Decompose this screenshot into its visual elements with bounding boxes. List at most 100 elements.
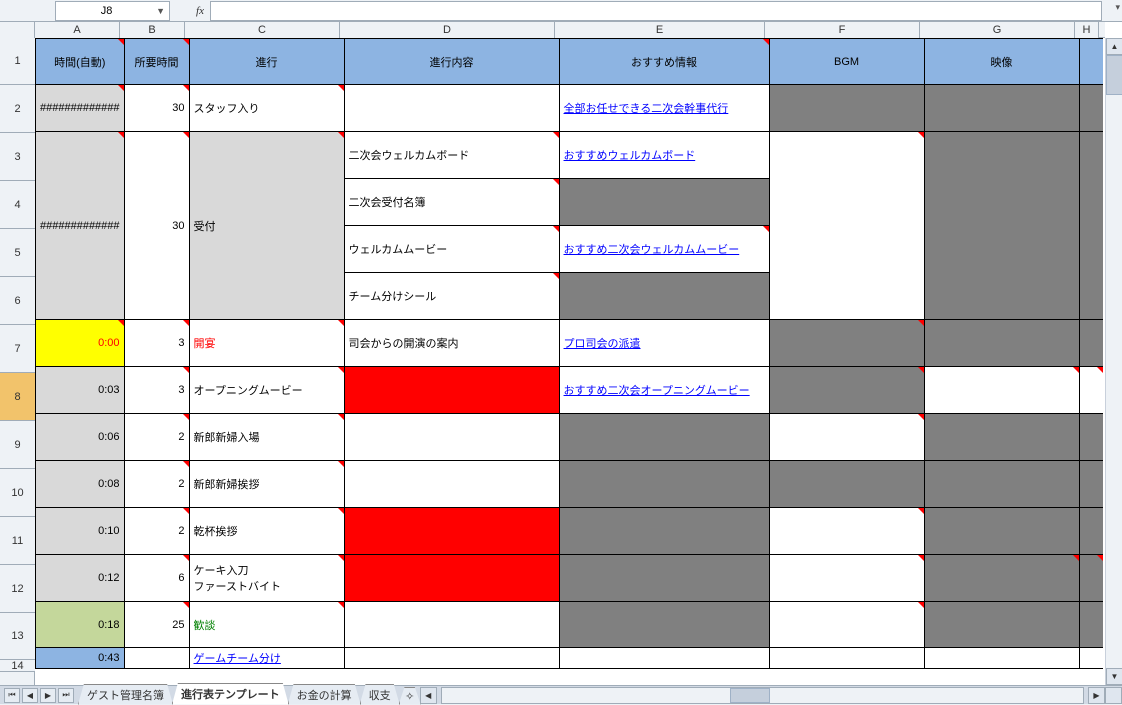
row-header-7[interactable]: 7: [0, 325, 35, 373]
cell-F13[interactable]: [769, 602, 924, 648]
cell-H9[interactable]: [1079, 414, 1103, 461]
cell-F1[interactable]: BGM: [769, 39, 924, 85]
cell-B7[interactable]: 3: [124, 320, 189, 367]
cell-A7[interactable]: 0:00: [36, 320, 125, 367]
formula-input[interactable]: [210, 1, 1102, 21]
cell-A11[interactable]: 0:10: [36, 508, 125, 555]
cell-D13[interactable]: [344, 602, 559, 648]
cell-H12[interactable]: [1079, 555, 1103, 602]
cell-E14[interactable]: [559, 648, 769, 669]
sheet-tab-1[interactable]: 進行表テンプレート: [172, 683, 289, 705]
column-header-F[interactable]: F: [765, 22, 920, 38]
cell-F14[interactable]: [769, 648, 924, 669]
scroll-down-button[interactable]: ▼: [1106, 668, 1122, 685]
cell-C12[interactable]: ケーキ入刀 ファーストバイト: [189, 555, 344, 602]
cell-D9[interactable]: [344, 414, 559, 461]
cell-E12[interactable]: [559, 555, 769, 602]
cell-F3[interactable]: [769, 132, 924, 320]
cell-F10[interactable]: [769, 461, 924, 508]
cell-D14[interactable]: [344, 648, 559, 669]
cell-F11[interactable]: [769, 508, 924, 555]
cell-G3[interactable]: [924, 132, 1079, 320]
row-header-12[interactable]: 12: [0, 565, 35, 613]
resize-corner[interactable]: [1105, 687, 1122, 704]
cell-D2[interactable]: [344, 85, 559, 132]
row-header-10[interactable]: 10: [0, 469, 35, 517]
insert-sheet-tab[interactable]: ✧: [399, 687, 421, 705]
cell-H13[interactable]: [1079, 602, 1103, 648]
column-header-E[interactable]: E: [555, 22, 765, 38]
horizontal-scrollbar[interactable]: [441, 687, 1084, 704]
cell-G1[interactable]: 映像: [924, 39, 1079, 85]
cell-A14[interactable]: 0:43: [36, 648, 125, 669]
cell-G12[interactable]: [924, 555, 1079, 602]
cell-F7[interactable]: [769, 320, 924, 367]
row-header-9[interactable]: 9: [0, 421, 35, 469]
cell-F2[interactable]: [769, 85, 924, 132]
cell-B14[interactable]: [124, 648, 189, 669]
cell-G9[interactable]: [924, 414, 1079, 461]
cell-B2[interactable]: 30: [124, 85, 189, 132]
cell-E10[interactable]: [559, 461, 769, 508]
row-header-11[interactable]: 11: [0, 517, 35, 565]
cell-E2[interactable]: 全部お任せできる二次会幹事代行: [559, 85, 769, 132]
cell-E4[interactable]: [559, 179, 769, 226]
cell-F12[interactable]: [769, 555, 924, 602]
sheet-tab-2[interactable]: お金の計算: [288, 684, 361, 705]
cell-C2[interactable]: スタッフ入り: [189, 85, 344, 132]
cell-B11[interactable]: 2: [124, 508, 189, 555]
cell-G2[interactable]: [924, 85, 1079, 132]
cell-G14[interactable]: [924, 648, 1079, 669]
tab-nav-next[interactable]: ▶: [40, 688, 56, 703]
select-all-corner[interactable]: [0, 22, 35, 38]
row-header-2[interactable]: 2: [0, 85, 35, 133]
column-header-A[interactable]: A: [35, 22, 120, 38]
row-header-8[interactable]: 8: [0, 373, 35, 421]
cell-B9[interactable]: 2: [124, 414, 189, 461]
cell-A10[interactable]: 0:08: [36, 461, 125, 508]
cell-G10[interactable]: [924, 461, 1079, 508]
tab-nav-last[interactable]: ⏭: [58, 688, 74, 703]
cell-C3[interactable]: 受付: [189, 132, 344, 320]
sheet-tab-0[interactable]: ゲスト管理名簿: [78, 684, 173, 705]
cell-A9[interactable]: 0:06: [36, 414, 125, 461]
tab-nav-prev[interactable]: ◀: [22, 688, 38, 703]
cell-G8[interactable]: [924, 367, 1079, 414]
cell-B13[interactable]: 25: [124, 602, 189, 648]
cell-H3[interactable]: [1079, 132, 1103, 320]
grid[interactable]: 時間(自動) 所要時間 進行 進行内容 おすすめ情報 BGM 映像 ######…: [35, 38, 1105, 685]
link-C14[interactable]: ゲームチーム分け: [194, 653, 281, 665]
cell-C9[interactable]: 新郎新婦入場: [189, 414, 344, 461]
cell-B1[interactable]: 所要時間: [124, 39, 189, 85]
cell-D4[interactable]: 二次会受付名簿: [344, 179, 559, 226]
column-header-G[interactable]: G: [920, 22, 1075, 38]
insert-function-button[interactable]: fx: [170, 5, 210, 17]
cell-B3[interactable]: 30: [124, 132, 189, 320]
cell-H10[interactable]: [1079, 461, 1103, 508]
cell-E6[interactable]: [559, 273, 769, 320]
cell-E11[interactable]: [559, 508, 769, 555]
cell-D3[interactable]: 二次会ウェルカムボード: [344, 132, 559, 179]
cell-B10[interactable]: 2: [124, 461, 189, 508]
column-header-D[interactable]: D: [340, 22, 555, 38]
row-header-3[interactable]: 3: [0, 133, 35, 181]
cell-A8[interactable]: 0:03: [36, 367, 125, 414]
row-header-6[interactable]: 6: [0, 277, 35, 325]
cell-F8[interactable]: [769, 367, 924, 414]
cell-D12[interactable]: [344, 555, 559, 602]
scroll-left-button[interactable]: ◀: [420, 687, 437, 704]
cell-E13[interactable]: [559, 602, 769, 648]
cell-E9[interactable]: [559, 414, 769, 461]
cell-C14[interactable]: ゲームチーム分け: [189, 648, 344, 669]
column-header-C[interactable]: C: [185, 22, 340, 38]
column-header-B[interactable]: B: [120, 22, 185, 38]
cell-A13[interactable]: 0:18: [36, 602, 125, 648]
link-E3[interactable]: おすすめウェルカムボード: [564, 150, 696, 162]
column-header-H[interactable]: H: [1075, 22, 1099, 38]
row-header-1[interactable]: 1: [0, 38, 35, 85]
cell-H14[interactable]: [1079, 648, 1103, 669]
cell-G11[interactable]: [924, 508, 1079, 555]
formula-bar-expand-icon[interactable]: ▾: [1115, 2, 1120, 13]
row-header-13[interactable]: 13: [0, 613, 35, 660]
cell-H1[interactable]: [1079, 39, 1103, 85]
